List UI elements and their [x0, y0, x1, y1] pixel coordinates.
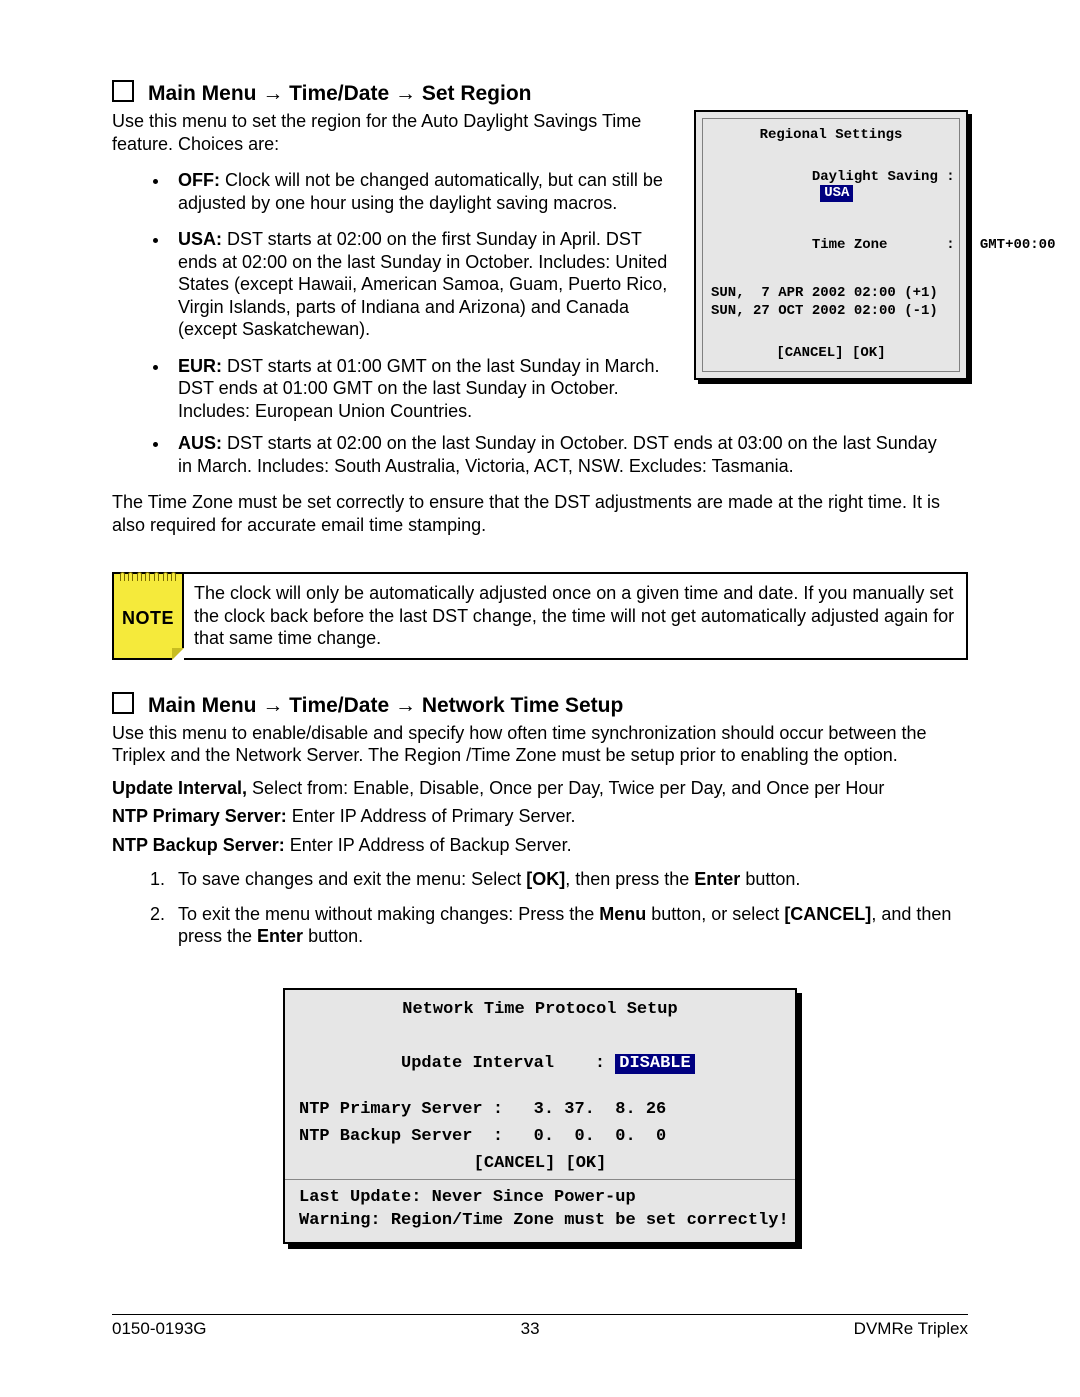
set-region-intro: Use this menu to set the region for the … [112, 110, 670, 155]
regional-cancel-button[interactable]: [CANCEL] [776, 345, 843, 361]
ntp-update-label: Update Interval : [401, 1054, 615, 1073]
ntp-ok-button[interactable]: [OK] [566, 1154, 607, 1173]
footer-page-number: 33 [521, 1319, 540, 1339]
dst-start-line: SUN, 7 APR 2002 02:00 (+1) [711, 285, 951, 301]
dst-end-line: SUN, 27 OCT 2002 02:00 (-1) [711, 303, 951, 319]
ntp-primary-row: NTP Primary Server : 3. 37. 8. 26 [299, 1100, 781, 1119]
ntp-last-update: Last Update: Never Since Power-up [299, 1188, 781, 1207]
heading-text: Main Menu → Time/Date → Set Region [148, 82, 532, 106]
dls-value[interactable]: USA [820, 185, 853, 202]
ntp-backup-text: Enter IP Address of Backup Server. [285, 835, 572, 855]
aus-text: DST starts at 02:00 on the last Sunday i… [178, 433, 937, 476]
ntp-warning: Warning: Region/Time Zone must be set co… [299, 1211, 781, 1230]
checkbox-icon [112, 692, 134, 714]
eur-label: EUR: [178, 356, 222, 376]
bullet-aus: AUS: DST starts at 02:00 on the last Sun… [170, 432, 938, 477]
bullet-eur: EUR: DST starts at 01:00 GMT on the last… [170, 355, 670, 423]
regional-title: Regional Settings [711, 127, 951, 143]
update-interval-text: Select from: Enable, Disable, Once per D… [247, 778, 884, 798]
note-text: The clock will only be automatically adj… [184, 574, 966, 658]
ntp-setup-panel: Network Time Protocol Setup Update Inter… [283, 988, 797, 1244]
dls-label: Daylight Saving : [812, 169, 955, 185]
regional-ok-button[interactable]: [OK] [852, 345, 886, 361]
usa-label: USA: [178, 229, 222, 249]
ntp-cancel-button[interactable]: [CANCEL] [474, 1154, 556, 1173]
usa-text: DST starts at 02:00 on the first Sunday … [178, 229, 667, 339]
footer-doc-id: 0150-0193G [112, 1319, 207, 1339]
note-box: NOTE The clock will only be automaticall… [112, 572, 968, 660]
network-time-intro: Use this menu to enable/disable and spec… [112, 722, 968, 767]
note-label: NOTE [122, 608, 174, 629]
off-label: OFF: [178, 170, 220, 190]
bullet-off: OFF: Clock will not be changed automatic… [170, 169, 670, 214]
aus-label: AUS: [178, 433, 222, 453]
tz-label: Time Zone : [812, 237, 955, 253]
eur-text: DST starts at 01:00 GMT on the last Sund… [178, 356, 660, 421]
off-text: Clock will not be changed automatically,… [178, 170, 663, 213]
page-footer: 0150-0193G 33 DVMRe Triplex [112, 1314, 968, 1339]
ntp-title: Network Time Protocol Setup [299, 1000, 781, 1019]
note-icon: NOTE [114, 574, 184, 658]
ntp-backup-row: NTP Backup Server : 0. 0. 0. 0 [299, 1127, 781, 1146]
heading-text: Main Menu → Time/Date → Network Time Set… [148, 694, 623, 718]
update-interval-label: Update Interval, [112, 778, 247, 798]
section-heading-network-time: Main Menu → Time/Date → Network Time Set… [112, 690, 968, 718]
footer-product: DVMRe Triplex [854, 1319, 968, 1339]
ntp-primary-label: NTP Primary Server: [112, 806, 287, 826]
tz-value: GMT+00:00 [955, 237, 1056, 253]
checkbox-icon [112, 80, 134, 102]
bullet-usa: USA: DST starts at 02:00 on the first Su… [170, 228, 670, 341]
section-heading-set-region: Main Menu → Time/Date → Set Region [112, 78, 968, 106]
ntp-backup-label: NTP Backup Server: [112, 835, 285, 855]
timezone-paragraph: The Time Zone must be set correctly to e… [112, 491, 968, 536]
ntp-primary-text: Enter IP Address of Primary Server. [287, 806, 576, 826]
step-save: To save changes and exit the menu: Selec… [170, 868, 968, 891]
ntp-update-value[interactable]: DISABLE [615, 1054, 694, 1074]
step-cancel: To exit the menu without making changes:… [170, 903, 968, 948]
regional-settings-panel: Regional Settings Daylight Saving : USA … [694, 110, 968, 380]
